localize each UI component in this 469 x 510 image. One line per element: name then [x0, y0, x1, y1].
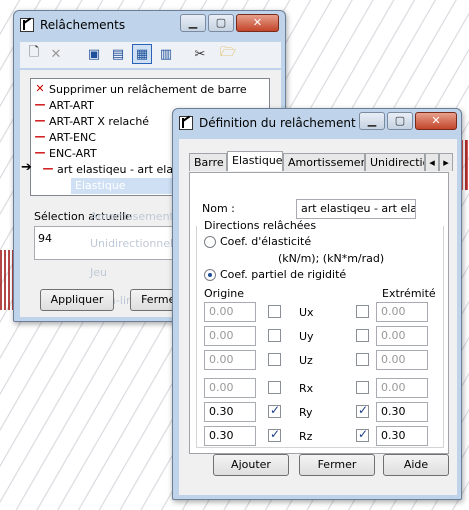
release-icon: —: [34, 98, 46, 111]
minimize-button[interactable]: ▁: [359, 112, 385, 130]
open-folder-icon[interactable]: 🗁: [218, 44, 238, 64]
end-uz-checkbox[interactable]: [356, 353, 369, 366]
list-item[interactable]: ✕ Supprimer un relâchement de barre: [31, 82, 269, 98]
tab-scroll-left-icon[interactable]: ◂: [425, 153, 439, 171]
end-label: Extrémité: [382, 287, 436, 300]
tab-unidirectionnel[interactable]: Unidirectio: [365, 153, 425, 171]
maximize-button[interactable]: ▢: [208, 14, 234, 32]
view-details-icon[interactable]: ▥: [156, 44, 176, 64]
definition-body: Barre Elastique Amortissement Unidirecti…: [179, 139, 457, 495]
app-icon: [179, 116, 193, 130]
origin-uy-field[interactable]: 0.00: [204, 326, 256, 346]
release-icon: —: [34, 146, 46, 159]
units-label: (kN/m); (kN*m/rad): [278, 252, 385, 265]
tab-barre[interactable]: Barre: [189, 153, 227, 171]
close-button[interactable]: Fermer: [299, 454, 375, 476]
view-large-icon[interactable]: ▣: [84, 44, 104, 64]
release-definition-window: Définition du relâchement ▁ ▢ ✕ Barre El…: [172, 108, 462, 500]
tab-amortissement[interactable]: Amortissement: [283, 153, 365, 171]
name-field[interactable]: art elastiqeu - art elastiq: [296, 199, 416, 219]
ghost-item: Unidirectionnel: [90, 237, 174, 250]
origin-ux-checkbox[interactable]: [268, 305, 281, 318]
release-icon: —: [42, 162, 54, 175]
origin-ry-field[interactable]: 0.30: [204, 402, 256, 422]
origin-ux-field[interactable]: 0.00: [204, 302, 256, 322]
tab-elastique[interactable]: Elastique: [227, 151, 283, 171]
delete-icon: ✕: [35, 82, 45, 95]
origin-ry-checkbox[interactable]: [268, 403, 281, 418]
partial-stiffness-label: Coef. partiel de rigidité: [220, 268, 347, 281]
origin-rz-checkbox[interactable]: [268, 427, 281, 442]
origin-uz-field[interactable]: 0.00: [204, 350, 256, 370]
app-icon: [20, 18, 34, 32]
release-icon: —: [34, 130, 46, 143]
dir-uy-label: Uy: [299, 330, 314, 343]
close-button[interactable]: ✕: [236, 14, 279, 32]
releases-title: Relâchements: [40, 18, 126, 32]
dir-uz-label: Uz: [299, 354, 313, 367]
origin-rx-checkbox[interactable]: [268, 381, 281, 394]
end-rz-checkbox[interactable]: [356, 427, 369, 442]
origin-uz-checkbox[interactable]: [268, 353, 281, 366]
end-uz-field[interactable]: 0.00: [376, 350, 428, 370]
end-rz-field[interactable]: 0.30: [376, 426, 428, 446]
tab-panel: Nom : art elastiqeu - art elastiq Direct…: [189, 172, 449, 454]
releases-titlebar[interactable]: Relâchements ▁ ▢ ✕: [14, 11, 285, 39]
end-ry-field[interactable]: 0.30: [376, 402, 428, 422]
end-ry-checkbox[interactable]: [356, 403, 369, 418]
help-button[interactable]: Aide: [383, 454, 449, 476]
end-uy-checkbox[interactable]: [356, 329, 369, 342]
release-icon: —: [34, 114, 46, 127]
apply-button[interactable]: Appliquer: [40, 289, 114, 311]
current-arrow-icon: ➔: [21, 160, 32, 175]
close-button[interactable]: ✕: [415, 112, 457, 130]
origin-rx-field[interactable]: 0.00: [204, 378, 256, 398]
dir-ry-label: Ry: [299, 406, 313, 419]
name-label: Nom :: [202, 202, 235, 215]
end-ux-field[interactable]: 0.00: [376, 302, 428, 322]
cut-icon[interactable]: ✂: [190, 44, 210, 64]
view-small-icon[interactable]: ▤: [108, 44, 128, 64]
add-button[interactable]: Ajouter: [213, 454, 289, 476]
dir-rx-label: Rx: [299, 382, 314, 395]
minimize-button[interactable]: ▁: [180, 14, 206, 32]
delete-icon[interactable]: ✕: [46, 44, 66, 64]
definition-title: Définition du relâchement: [199, 116, 356, 130]
ghost-item: Jeu: [90, 266, 107, 279]
end-uy-field[interactable]: 0.00: [376, 326, 428, 346]
origin-label: Origine: [204, 287, 245, 300]
tab-strip: Barre Elastique Amortissement Unidirecti…: [185, 151, 453, 173]
end-rx-checkbox[interactable]: [356, 381, 369, 394]
new-icon[interactable]: 🗋: [24, 44, 44, 64]
partial-stiffness-radio[interactable]: [204, 269, 216, 281]
definition-titlebar[interactable]: Définition du relâchement ▁ ▢ ✕: [173, 109, 461, 137]
ghost-item: Amortissement: [90, 210, 174, 223]
maximize-button[interactable]: ▢: [387, 112, 413, 130]
elasticity-radio[interactable]: [204, 236, 216, 248]
end-rx-field[interactable]: 0.00: [376, 378, 428, 398]
origin-rz-field[interactable]: 0.30: [204, 426, 256, 446]
tab-scroll-right-icon[interactable]: ▸: [439, 153, 453, 171]
origin-uy-checkbox[interactable]: [268, 329, 281, 342]
dir-ux-label: Ux: [299, 306, 314, 319]
view-list-icon[interactable]: ▦: [132, 44, 152, 64]
end-ux-checkbox[interactable]: [356, 305, 369, 318]
elasticity-label: Coef. d'élasticité: [220, 235, 312, 248]
releases-toolbar: 🗋 ✕ ▣ ▤ ▦ ▥ ✂ 🗁: [20, 42, 281, 68]
dir-rz-label: Rz: [299, 430, 313, 443]
